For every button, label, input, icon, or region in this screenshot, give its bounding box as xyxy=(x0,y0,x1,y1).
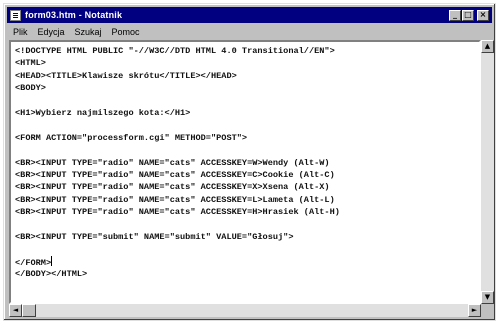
text-line[interactable]: <BR><INPUT TYPE="radio" NAME="cats" ACCE… xyxy=(15,181,479,193)
text-caret xyxy=(51,255,53,266)
notepad-app-icon[interactable] xyxy=(10,9,21,21)
text-line[interactable]: <BR><INPUT TYPE="submit" NAME="submit" V… xyxy=(15,231,479,243)
text-line[interactable]: <BR><INPUT TYPE="radio" NAME="cats" ACCE… xyxy=(15,206,479,218)
text-line[interactable]: </BODY></HTML> xyxy=(15,268,479,280)
text-line[interactable]: <BR><INPUT TYPE="radio" NAME="cats" ACCE… xyxy=(15,157,479,169)
text-line[interactable]: <HTML> xyxy=(15,57,479,69)
text-line[interactable]: <BR><INPUT TYPE="radio" NAME="cats" ACCE… xyxy=(15,169,479,181)
window-title: form03.htm - Notatnik xyxy=(25,10,123,20)
minimize-button[interactable]: _ xyxy=(449,9,461,21)
text-line[interactable]: </FORM> xyxy=(15,255,479,268)
scroll-up-button[interactable]: ▲ xyxy=(481,40,494,53)
scroll-left-button[interactable]: ◄ xyxy=(9,304,22,317)
text-line[interactable]: <BODY> xyxy=(15,82,479,94)
maximize-button[interactable]: □ xyxy=(462,9,474,21)
text-line[interactable]: <H1>Wybierz najmilszego kota:</H1> xyxy=(15,107,479,119)
text-line[interactable]: <!DOCTYPE HTML PUBLIC "-//W3C//DTD HTML … xyxy=(15,45,479,57)
menu-bar: Plik Edycja Szukaj Pomoc xyxy=(7,24,492,39)
horizontal-scroll-thumb[interactable] xyxy=(22,304,36,317)
document-text[interactable]: <!DOCTYPE HTML PUBLIC "-//W3C//DTD HTML … xyxy=(11,42,479,280)
scroll-right-button[interactable]: ► xyxy=(468,304,481,317)
text-line[interactable] xyxy=(15,218,479,230)
menu-search[interactable]: Szukaj xyxy=(70,27,107,37)
text-editor[interactable]: <!DOCTYPE HTML PUBLIC "-//W3C//DTD HTML … xyxy=(9,40,481,304)
text-line[interactable] xyxy=(15,243,479,255)
notepad-window: form03.htm - Notatnik _ □ × Plik Edycja … xyxy=(3,3,496,321)
text-line[interactable]: <HEAD><TITLE>Klawisze skrótu</TITLE></HE… xyxy=(15,70,479,82)
text-line[interactable] xyxy=(15,144,479,156)
horizontal-scrollbar[interactable]: ◄ ► xyxy=(9,304,481,317)
title-bar[interactable]: form03.htm - Notatnik _ □ × xyxy=(7,7,492,23)
text-line[interactable]: <FORM ACTION="processform.cgi" METHOD="P… xyxy=(15,132,479,144)
menu-help[interactable]: Pomoc xyxy=(107,27,145,37)
menu-edit[interactable]: Edycja xyxy=(33,27,70,37)
scroll-down-button[interactable]: ▼ xyxy=(481,291,494,304)
close-button[interactable]: × xyxy=(477,9,489,21)
menu-file[interactable]: Plik xyxy=(7,27,33,37)
size-grip[interactable] xyxy=(481,304,494,317)
text-line[interactable]: <BR><INPUT TYPE="radio" NAME="cats" ACCE… xyxy=(15,194,479,206)
text-line[interactable] xyxy=(15,119,479,131)
text-line[interactable] xyxy=(15,95,479,107)
vertical-scrollbar[interactable]: ▲ ▼ xyxy=(481,40,494,304)
